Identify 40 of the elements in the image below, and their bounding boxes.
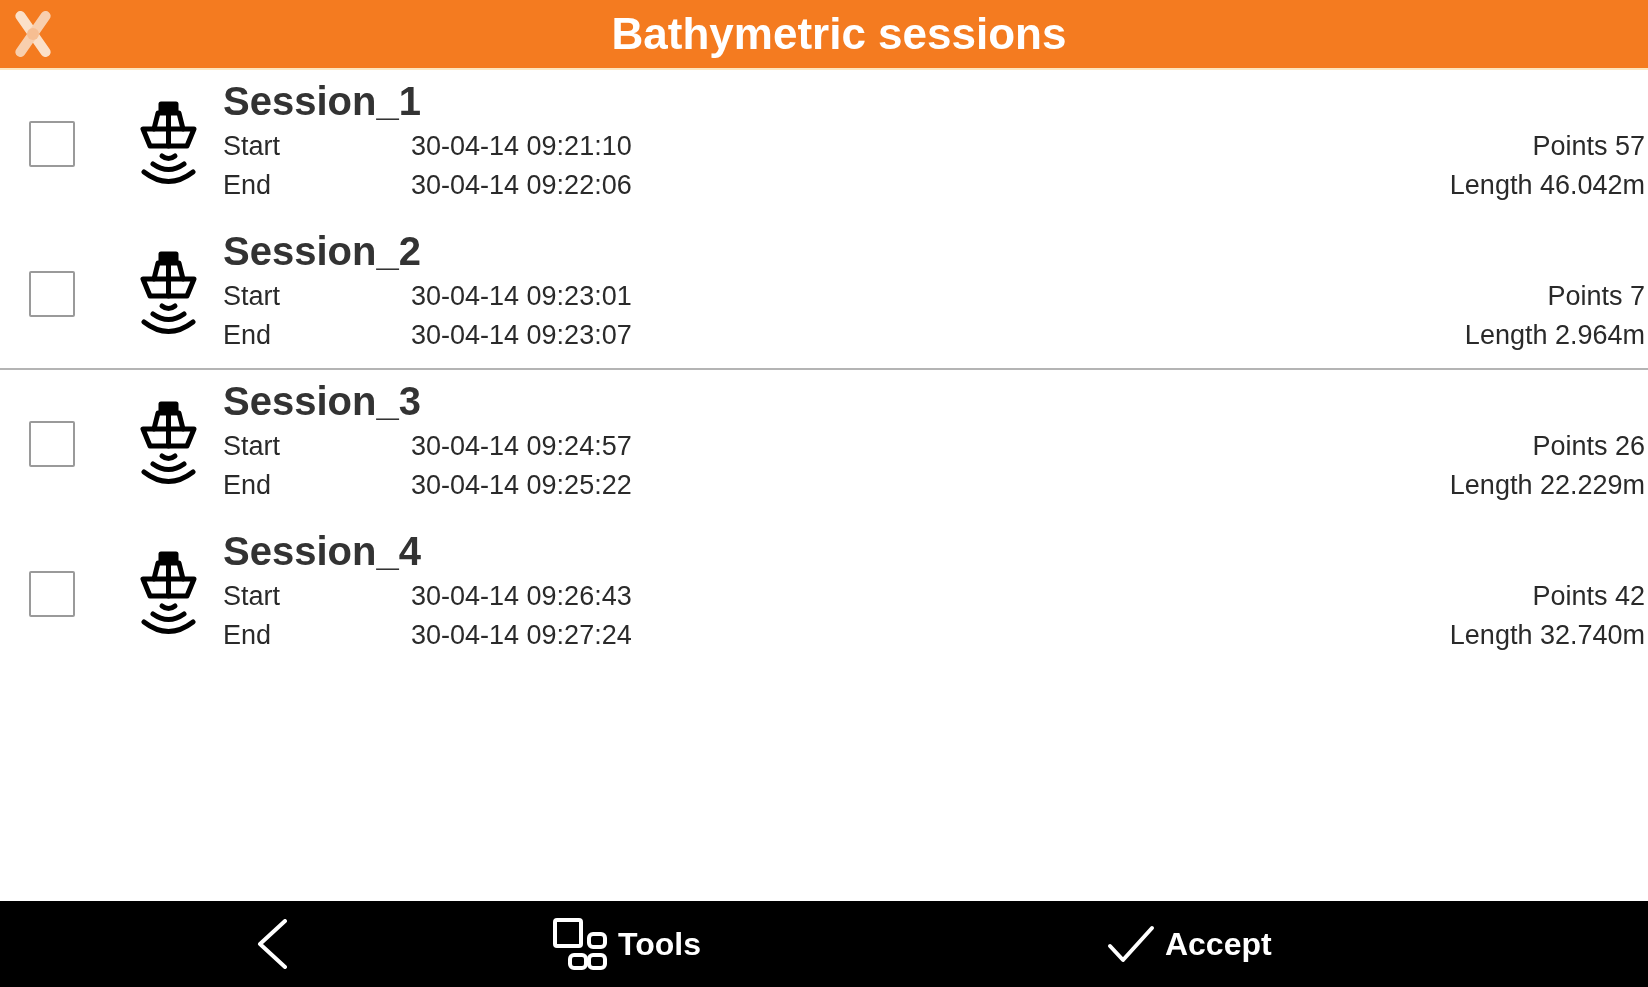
end-label: End bbox=[223, 468, 272, 502]
end-time: 30-04-14 09:27:24 bbox=[411, 618, 632, 652]
start-time: 30-04-14 09:21:10 bbox=[411, 129, 632, 163]
points-count: Points 42 bbox=[1532, 579, 1645, 613]
boat-sonar-icon bbox=[139, 401, 198, 487]
end-time: 30-04-14 09:25:22 bbox=[411, 468, 632, 502]
checkbox[interactable] bbox=[29, 571, 75, 617]
checkbox[interactable] bbox=[29, 121, 75, 167]
end-time: 30-04-14 09:22:06 bbox=[411, 168, 632, 202]
start-time: 30-04-14 09:26:43 bbox=[411, 579, 632, 613]
points-count: Points 26 bbox=[1532, 429, 1645, 463]
checkbox[interactable] bbox=[29, 271, 75, 317]
start-label: Start bbox=[223, 129, 281, 163]
grid-icon bbox=[553, 917, 608, 971]
session-title: Session_1 bbox=[223, 79, 421, 123]
end-time: 30-04-14 09:23:07 bbox=[411, 318, 632, 352]
session-title: Session_3 bbox=[223, 379, 421, 423]
session-title: Session_2 bbox=[223, 229, 421, 273]
start-label: Start bbox=[223, 279, 281, 313]
boat-sonar-icon bbox=[139, 551, 198, 637]
points-count: Points 57 bbox=[1532, 129, 1645, 163]
checkbox[interactable] bbox=[29, 421, 75, 467]
start-label: Start bbox=[223, 579, 281, 613]
length-value: Length 22.229m bbox=[1449, 468, 1645, 502]
length-value: Length 32.740m bbox=[1449, 618, 1645, 652]
boat-sonar-icon bbox=[139, 101, 198, 187]
end-label: End bbox=[223, 318, 272, 352]
start-label: Start bbox=[223, 429, 281, 463]
length-value: Length 46.042m bbox=[1449, 168, 1645, 202]
page-title: Bathymetric sessions bbox=[610, 8, 1068, 60]
session-title: Session_4 bbox=[223, 529, 421, 573]
check-icon bbox=[1106, 924, 1155, 964]
points-count: Points 7 bbox=[1547, 279, 1645, 313]
start-time: 30-04-14 09:23:01 bbox=[411, 279, 632, 313]
end-label: End bbox=[223, 618, 272, 652]
chevron-left-icon bbox=[256, 919, 288, 969]
start-time: 30-04-14 09:24:57 bbox=[411, 429, 632, 463]
boat-sonar-icon bbox=[139, 251, 198, 337]
end-label: End bbox=[223, 168, 272, 202]
length-value: Length 2.964m bbox=[1464, 318, 1645, 352]
